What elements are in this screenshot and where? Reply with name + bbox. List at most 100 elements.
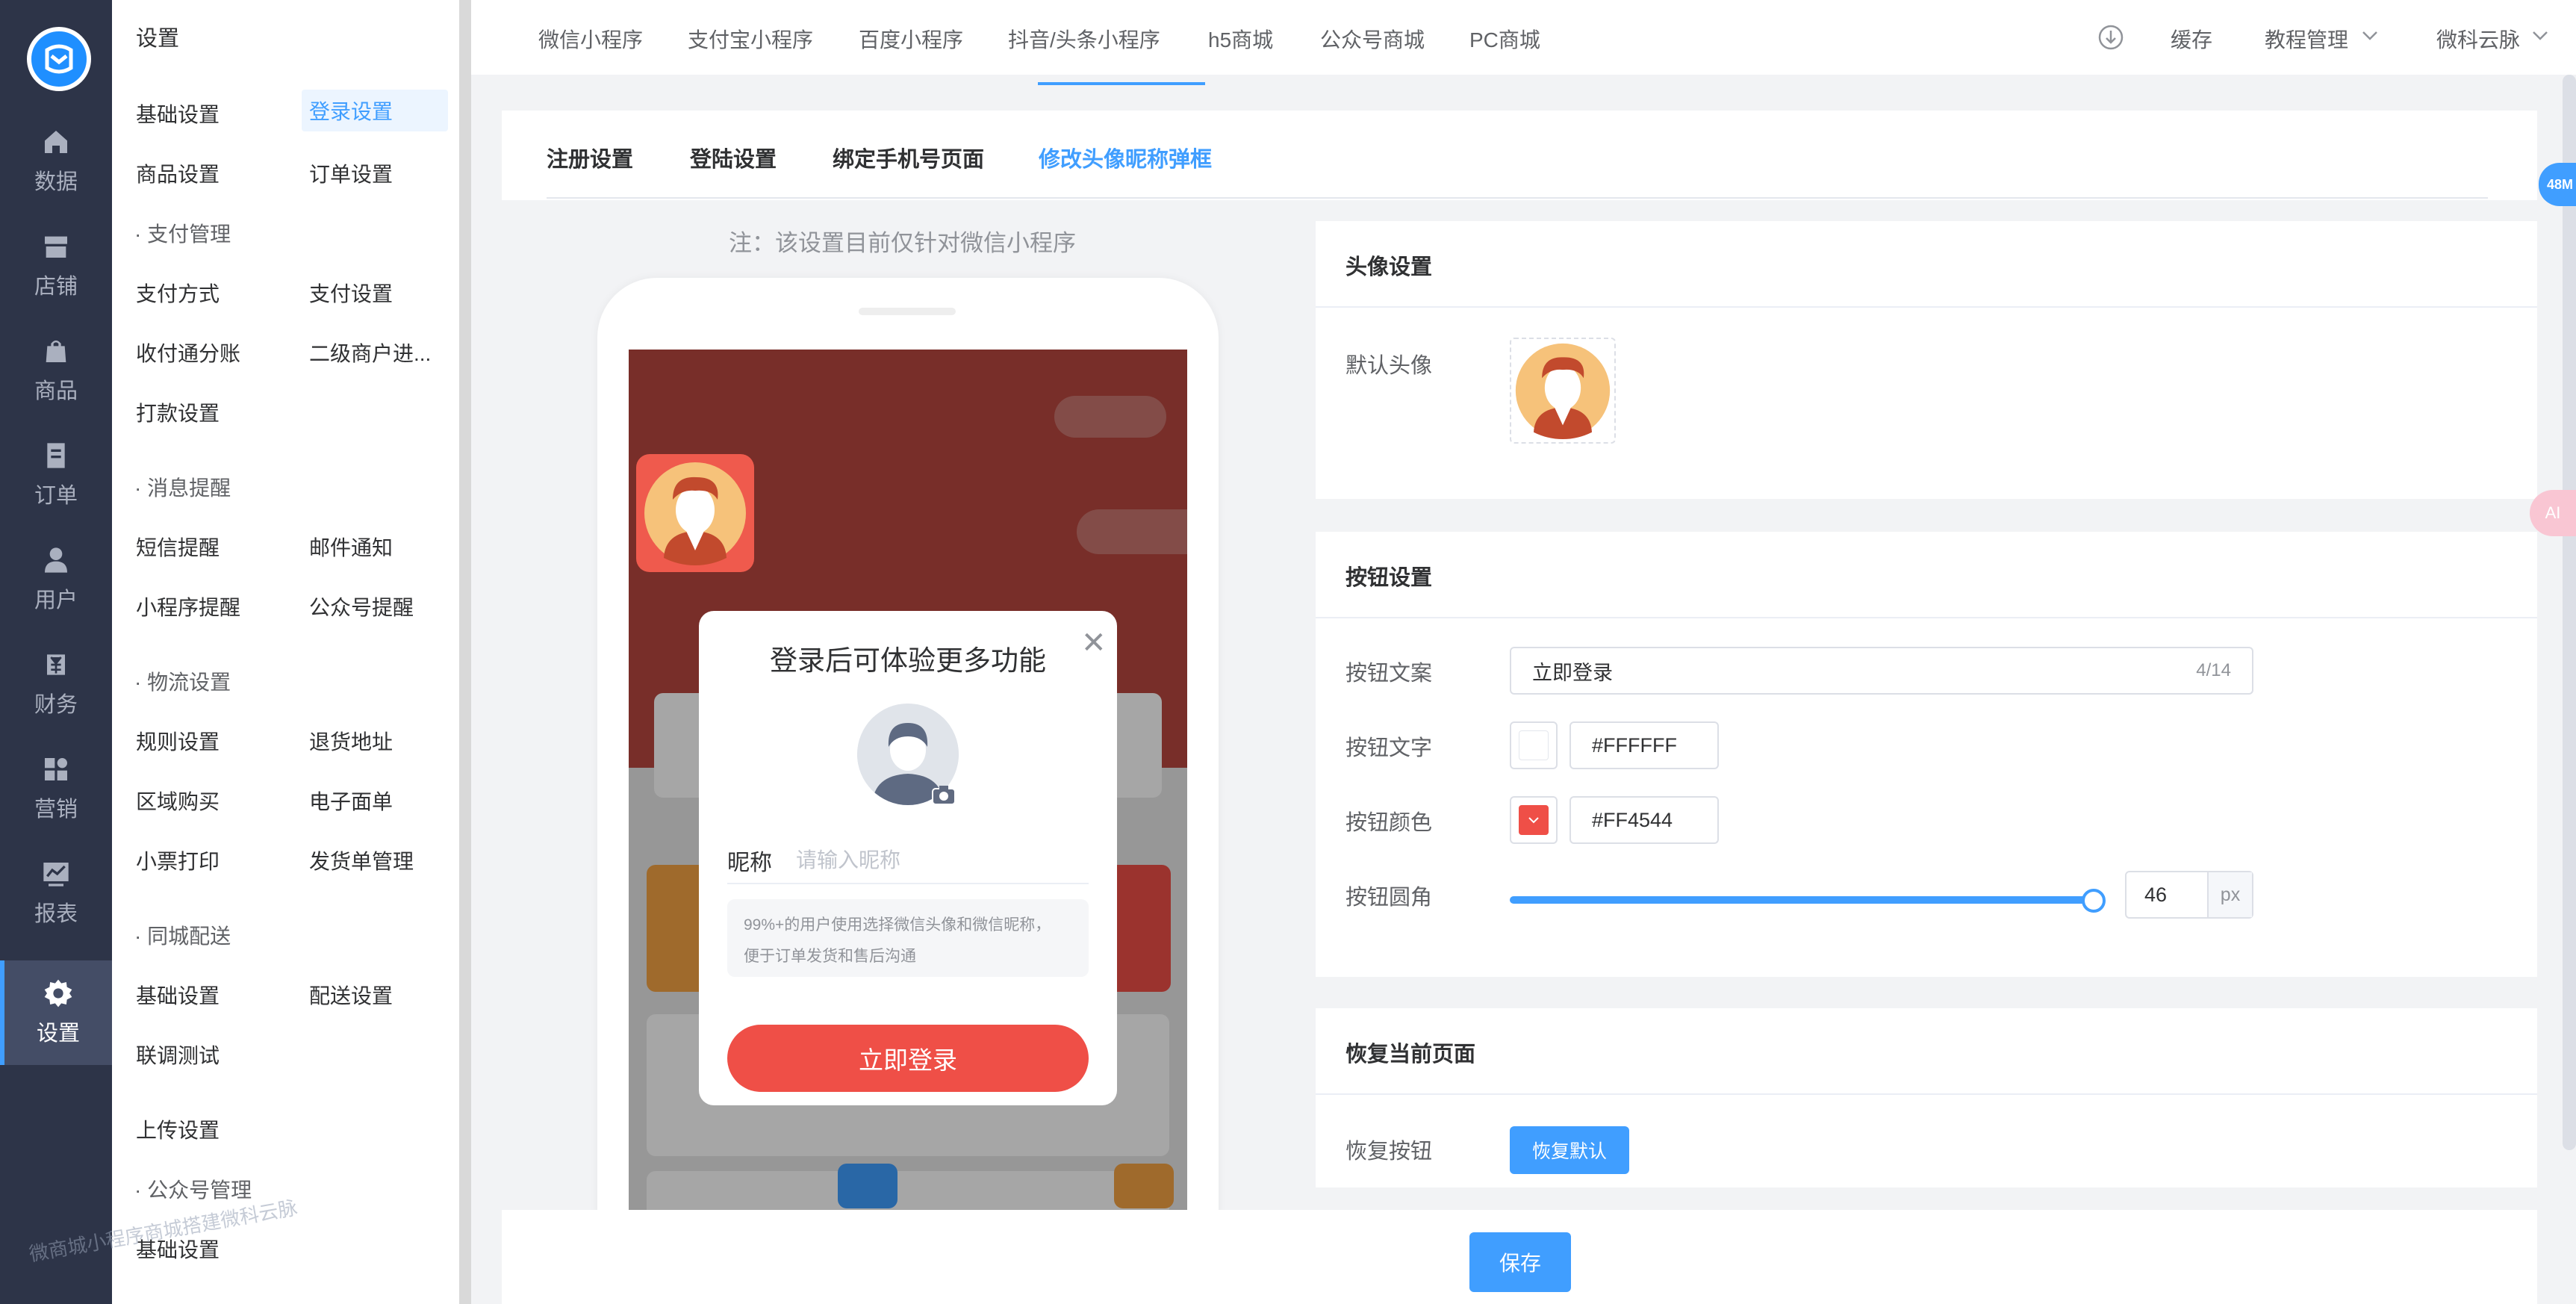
nickname-underline bbox=[727, 883, 1089, 884]
rail-label: 营销 bbox=[34, 798, 78, 822]
submenu-payout[interactable]: 打款设置 bbox=[136, 397, 220, 427]
button-bg-color-label: 按钮颜色 bbox=[1345, 811, 1433, 835]
tab-login[interactable]: 登陆设置 bbox=[690, 142, 777, 173]
button-text-input[interactable]: 立即登录 4/14 bbox=[1510, 647, 2253, 695]
submenu-receipt[interactable]: 小票打印 bbox=[136, 845, 220, 875]
submenu-mp-remind[interactable]: 公众号提醒 bbox=[309, 592, 414, 621]
preview-login-button[interactable]: 立即登录 bbox=[727, 1025, 1089, 1092]
font-color-input[interactable]: #FFFFFF bbox=[1569, 721, 1719, 769]
radius-slider-handle[interactable] bbox=[2082, 889, 2106, 913]
submenu-title: 设置 bbox=[136, 27, 180, 51]
close-icon[interactable]: ✕ bbox=[1081, 626, 1107, 660]
ai-assistant-badge[interactable]: AI bbox=[2530, 490, 2576, 536]
chevron-down-icon bbox=[2533, 31, 2548, 40]
submenu-pay-method[interactable]: 支付方式 bbox=[136, 278, 220, 308]
nav-baidu-mini[interactable]: 百度小程序 bbox=[859, 24, 963, 54]
submenu-delivery[interactable]: 配送设置 bbox=[309, 980, 393, 1010]
avatar-illustration-icon bbox=[1515, 343, 1611, 439]
submenu-basic[interactable]: 基础设置 bbox=[136, 99, 220, 128]
submenu-mini-remind[interactable]: 小程序提醒 bbox=[136, 592, 240, 621]
submenu-sms[interactable]: 短信提醒 bbox=[136, 532, 220, 562]
submenu-mail[interactable]: 邮件通知 bbox=[309, 532, 393, 562]
rail-item-report[interactable]: 报表 bbox=[0, 841, 112, 946]
rail-item-goods[interactable]: 商品 bbox=[0, 318, 112, 423]
rail-item-user[interactable]: 用户 bbox=[0, 527, 112, 632]
rail-item-data[interactable]: 数据 bbox=[0, 109, 112, 214]
memory-badge[interactable]: 48M bbox=[2539, 163, 2576, 206]
submenu-goods[interactable]: 商品设置 bbox=[136, 158, 220, 188]
card-divider bbox=[1316, 306, 2537, 308]
restore-settings-card: 恢复当前页面 恢复按钮 bbox=[1316, 1008, 2537, 1187]
font-color-swatch bbox=[1519, 730, 1549, 760]
nickname-input[interactable]: 请输入昵称 bbox=[796, 844, 900, 874]
submenu-region-buy[interactable]: 区域购买 bbox=[136, 786, 220, 816]
submenu-rule[interactable]: 规则设置 bbox=[136, 726, 220, 756]
tab-register[interactable]: 注册设置 bbox=[547, 142, 633, 173]
restore-default-button[interactable]: 恢复默认 bbox=[1510, 1126, 1629, 1174]
nav-alipay-mini[interactable]: 支付宝小程序 bbox=[688, 24, 813, 54]
submenu-ship-manage[interactable]: 发货单管理 bbox=[309, 845, 414, 875]
tab-bind-phone[interactable]: 绑定手机号页面 bbox=[833, 142, 984, 173]
submenu-return-addr[interactable]: 退货地址 bbox=[309, 726, 393, 756]
submenu-pay-setting[interactable]: 支付设置 bbox=[309, 278, 393, 308]
camera-icon bbox=[932, 786, 956, 805]
rail-item-finance[interactable]: 财务 bbox=[0, 632, 112, 736]
bg-color-picker[interactable] bbox=[1510, 796, 1558, 844]
card-divider bbox=[1316, 617, 2537, 618]
hint-line: 便于订单发货和售后沟通 bbox=[744, 948, 916, 965]
font-color-picker[interactable] bbox=[1510, 721, 1558, 769]
order-icon bbox=[47, 443, 65, 468]
gear-icon bbox=[44, 979, 72, 1008]
rail-item-marketing[interactable]: 营销 bbox=[0, 736, 112, 841]
font-color-value: #FFFFFF bbox=[1592, 733, 1677, 757]
default-avatar-label: 默认头像 bbox=[1345, 354, 1433, 378]
rail-item-order[interactable]: 订单 bbox=[0, 423, 112, 527]
rail-item-shop[interactable]: 店铺 bbox=[0, 214, 112, 318]
submenu-sub-merchant[interactable]: 二级商户进... bbox=[309, 338, 431, 367]
submenu-order[interactable]: 订单设置 bbox=[309, 158, 393, 188]
tab-avatar-nickname[interactable]: 修改头像昵称弹框 bbox=[1039, 142, 1212, 173]
top-nav: 微信小程序 支付宝小程序 百度小程序 抖音/头条小程序 h5商城 公众号商城 P… bbox=[471, 0, 2576, 75]
default-avatar-upload[interactable] bbox=[1510, 338, 1616, 444]
radius-unit: px bbox=[2207, 872, 2252, 917]
chart-icon bbox=[43, 863, 69, 887]
group-mp: · 公众号管理 bbox=[134, 1179, 252, 1202]
finance-icon bbox=[45, 652, 67, 677]
nav-mp-mall[interactable]: 公众号商城 bbox=[1320, 24, 1425, 54]
chevron-down-icon bbox=[1528, 817, 1539, 824]
card-title: 头像设置 bbox=[1345, 255, 1433, 279]
nav-pc-mall[interactable]: PC商城 bbox=[1469, 24, 1540, 54]
submenu-split[interactable]: 收付通分账 bbox=[136, 338, 240, 367]
rail-item-settings[interactable]: 设置 bbox=[0, 960, 112, 1065]
nav-tutorial[interactable]: 教程管理 bbox=[2265, 24, 2348, 54]
submenu-upload[interactable]: 上传设置 bbox=[136, 1114, 220, 1144]
button-radius-label: 按钮圆角 bbox=[1345, 886, 1433, 910]
submenu-scrollbar[interactable] bbox=[459, 0, 471, 1304]
group-logistics: · 物流设置 bbox=[134, 671, 231, 694]
bg-color-input[interactable]: #FF4544 bbox=[1569, 796, 1719, 844]
nav-account[interactable]: 微科云脉 bbox=[2436, 24, 2520, 54]
nav-h5-mall[interactable]: h5商城 bbox=[1208, 24, 1273, 54]
grid-icon bbox=[45, 758, 67, 780]
group-city: · 同城配送 bbox=[134, 925, 231, 948]
submenu-e-waybill[interactable]: 电子面单 bbox=[309, 786, 393, 816]
radius-slider-track[interactable] bbox=[1510, 896, 2095, 904]
submenu-joint-test[interactable]: 联调测试 bbox=[136, 1040, 220, 1069]
rail-label: 订单 bbox=[34, 484, 78, 508]
button-text-label: 按钮文案 bbox=[1345, 662, 1433, 686]
nav-cache[interactable]: 缓存 bbox=[2171, 24, 2212, 54]
save-button[interactable]: 保存 bbox=[1469, 1232, 1571, 1292]
nickname-label: 昵称 bbox=[727, 851, 772, 875]
rail-label: 报表 bbox=[34, 902, 78, 926]
page-scrollbar[interactable] bbox=[2563, 75, 2576, 1150]
submenu-login[interactable]: 登录设置 bbox=[302, 90, 448, 131]
radius-input[interactable]: 46 px bbox=[2125, 871, 2253, 919]
nav-wechat-mini[interactable]: 微信小程序 bbox=[538, 24, 643, 54]
modal-title: 登录后可体验更多功能 bbox=[770, 645, 1046, 676]
bag-icon bbox=[46, 340, 66, 362]
avatar-settings-card: 头像设置 默认头像 bbox=[1316, 221, 2537, 499]
download-icon[interactable] bbox=[2097, 24, 2124, 51]
submenu-city-basic[interactable]: 基础设置 bbox=[136, 980, 220, 1010]
app-logo[interactable] bbox=[27, 27, 91, 91]
nav-douyin-mini[interactable]: 抖音/头条小程序 bbox=[1008, 24, 1160, 54]
